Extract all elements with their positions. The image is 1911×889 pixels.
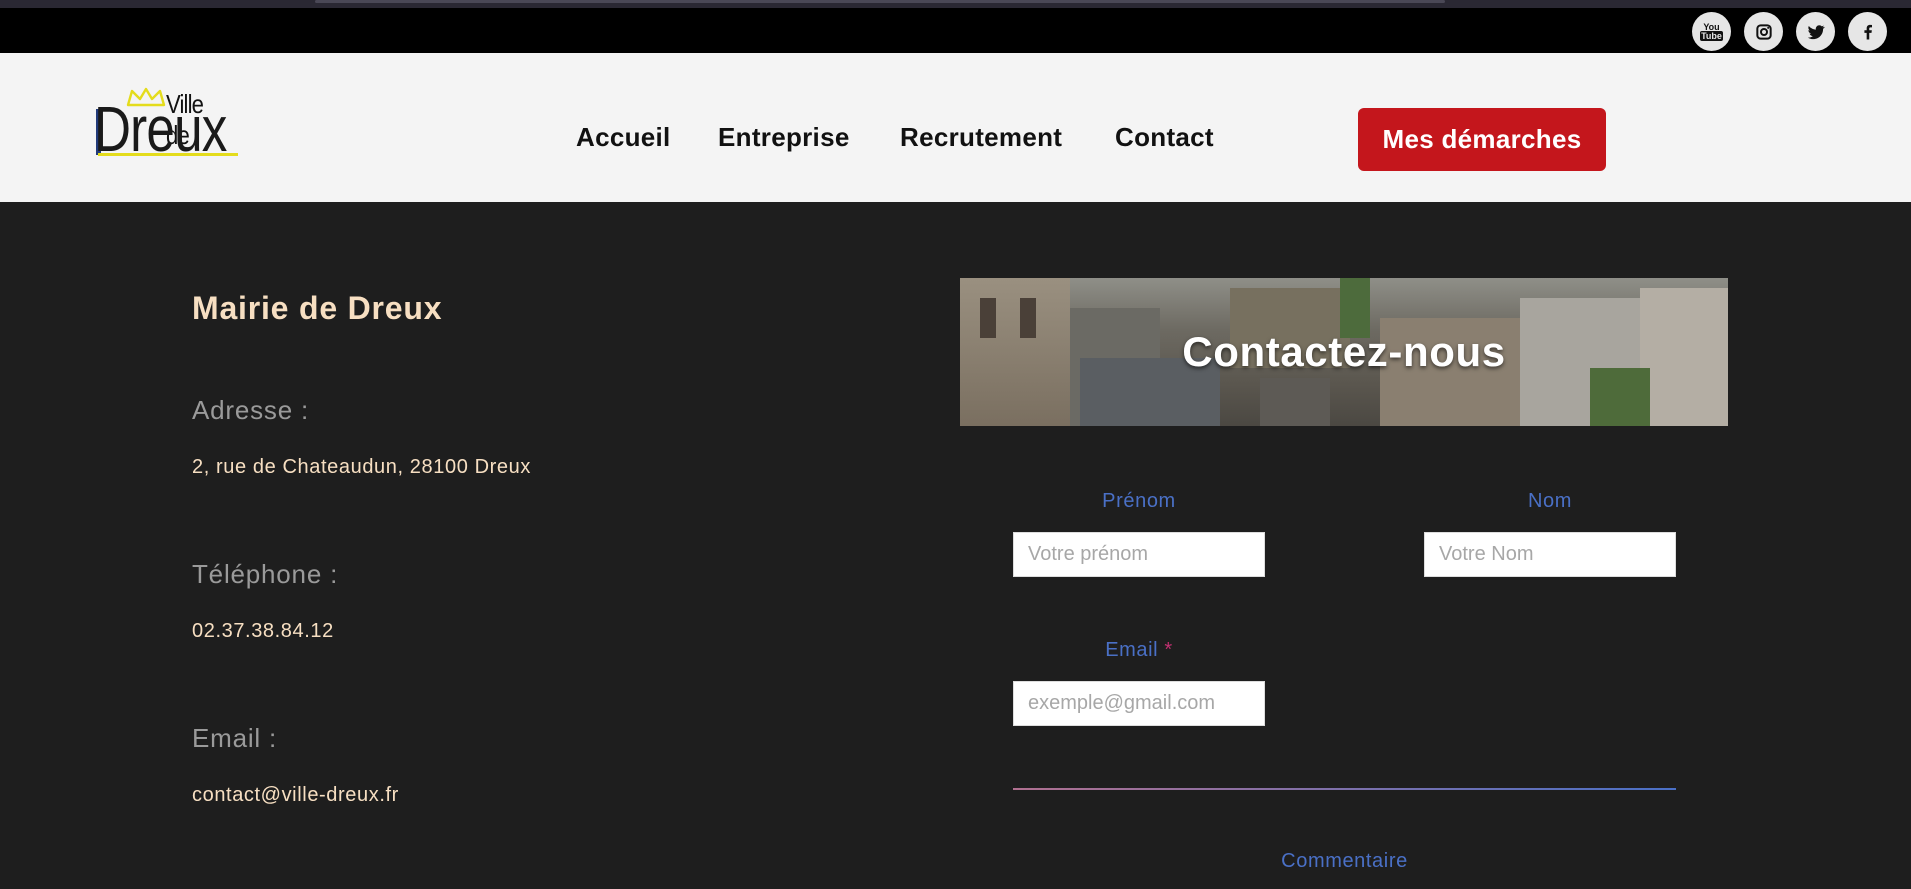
- instagram-button[interactable]: [1744, 12, 1783, 51]
- first-name-label: Prénom: [1102, 490, 1176, 512]
- youtube-icon: You Tube: [1700, 21, 1723, 41]
- logo-dreux-text: Dreux: [94, 93, 227, 165]
- phone-value[interactable]: 02.37.38.84.12: [192, 620, 334, 643]
- scroll-thumb[interactable]: [315, 0, 1445, 3]
- twitter-icon: [1807, 24, 1825, 39]
- email-field-label: Email *: [1013, 639, 1265, 662]
- email-value[interactable]: contact@ville-dreux.fr: [192, 784, 399, 807]
- email-label: Email :: [192, 723, 278, 753]
- email-input[interactable]: [1013, 681, 1265, 726]
- facebook-button[interactable]: [1848, 12, 1887, 51]
- first-name-input[interactable]: [1013, 532, 1265, 577]
- last-name-input[interactable]: [1424, 532, 1676, 577]
- contact-banner: Contactez-nous: [960, 278, 1728, 426]
- facebook-icon: [1863, 24, 1872, 39]
- last-name-label: Nom: [1527, 490, 1573, 512]
- form-divider: [1013, 788, 1676, 790]
- banner-title: Contactez-nous: [1182, 328, 1506, 375]
- logo-underline: [98, 153, 238, 156]
- comment-label: Commentaire: [1281, 850, 1408, 872]
- phone-label: Téléphone :: [192, 559, 339, 589]
- nav-contact[interactable]: Contact: [1115, 122, 1214, 153]
- mes-demarches-button[interactable]: Mes démarches: [1358, 108, 1606, 171]
- main-content: Mairie de Dreux Adresse : 2, rue de Chat…: [0, 202, 1911, 889]
- info-title: Mairie de Dreux: [192, 290, 443, 326]
- browser-strip: [0, 0, 1911, 8]
- nav-recrutement[interactable]: Recrutement: [900, 122, 1062, 153]
- email-field-label-text: Email: [1105, 639, 1159, 661]
- twitter-button[interactable]: [1796, 12, 1835, 51]
- youtube-button[interactable]: You Tube: [1692, 12, 1731, 51]
- address-label: Adresse :: [192, 395, 310, 425]
- required-mark: *: [1164, 639, 1173, 661]
- logo[interactable]: Ville de Dreux: [94, 87, 241, 165]
- nav-entreprise[interactable]: Entreprise: [718, 122, 850, 153]
- instagram-icon: [1755, 23, 1772, 40]
- nav-accueil[interactable]: Accueil: [576, 122, 671, 153]
- site-header: Ville de Dreux Accueil Entreprise Recrut…: [0, 53, 1911, 202]
- address-value: 2, rue de Chateaudun, 28100 Dreux: [192, 456, 531, 478]
- top-bar: You Tube: [0, 8, 1911, 53]
